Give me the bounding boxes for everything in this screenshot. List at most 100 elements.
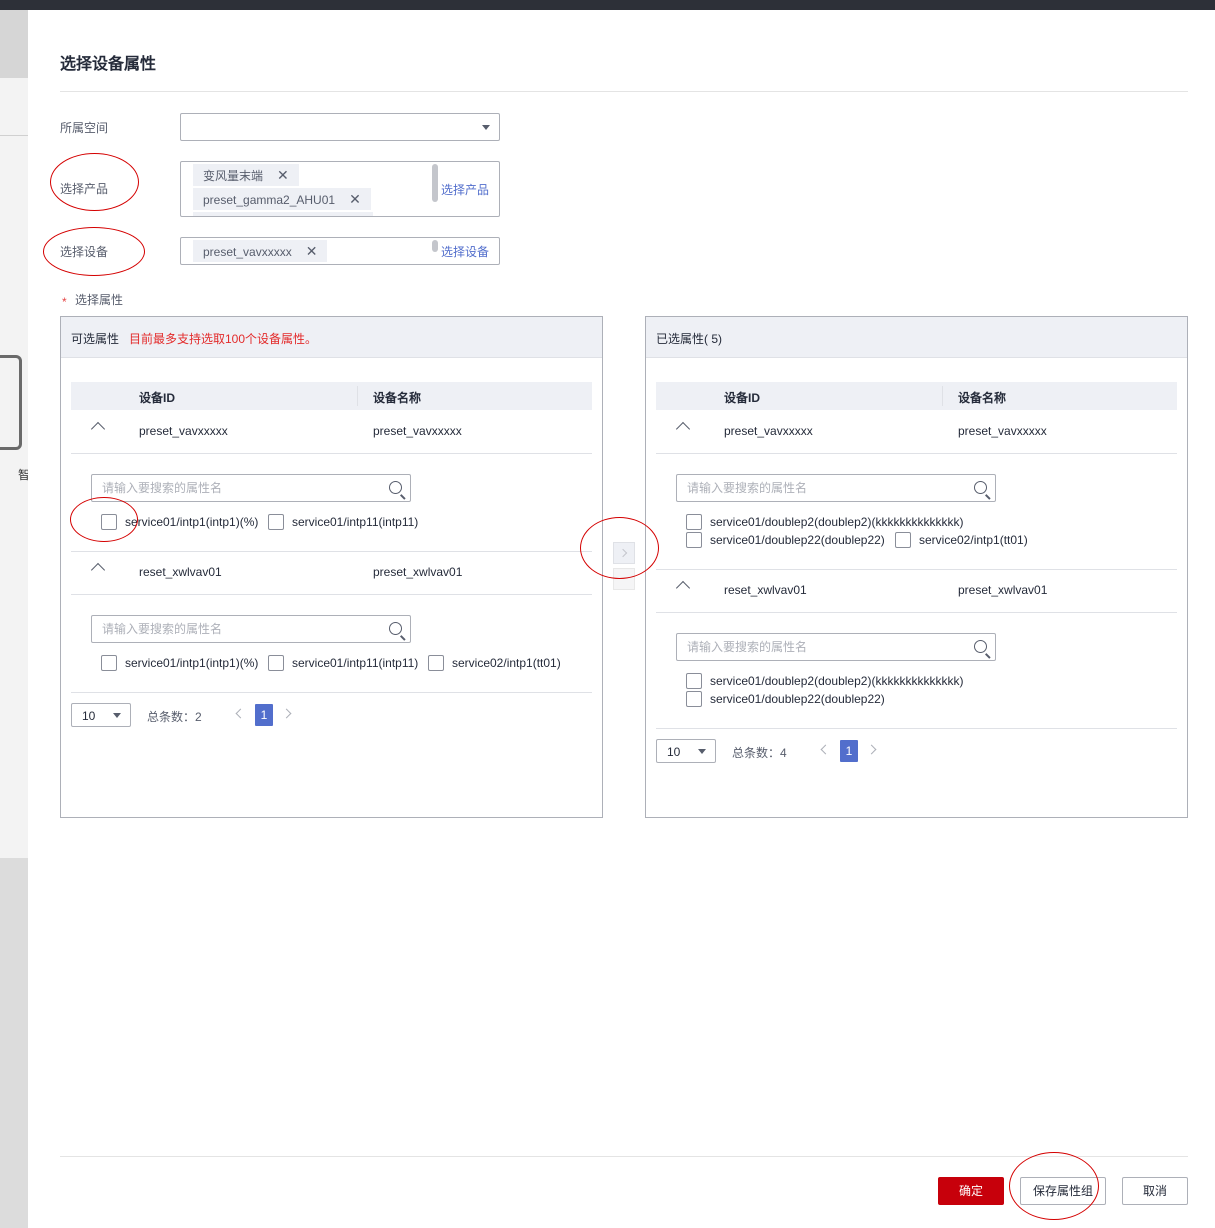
device-tag-label: preset_vavxxxxx bbox=[203, 245, 292, 259]
device-name: preset_vavxxxxx bbox=[958, 424, 1047, 438]
row-divider bbox=[71, 692, 592, 693]
page-size-value: 10 bbox=[82, 709, 96, 723]
checkbox[interactable] bbox=[268, 655, 284, 671]
attribute-label: service01/intp1(intp1)(%) bbox=[125, 515, 259, 529]
chevron-right-icon[interactable] bbox=[866, 744, 877, 755]
selected-attributes-panel: 已选属性( 5) 设备ID 设备名称 preset_vavxxxxx prese… bbox=[645, 316, 1188, 818]
chevron-up-icon[interactable] bbox=[90, 421, 106, 437]
attribute-label: service02/intp1(tt01) bbox=[452, 656, 561, 670]
select-attributes-dialog: 选择设备属性 所属空间 选择产品 变风量末端 ✕ preset_gamma2_AH… bbox=[28, 16, 1215, 1228]
chevron-right-icon[interactable] bbox=[281, 708, 292, 719]
caret-down-icon bbox=[698, 749, 706, 754]
attribute-label: service01/doublep22(doublep22) bbox=[710, 533, 885, 547]
product-tag: preset_gamma2_AHU01 ✕ bbox=[193, 188, 371, 210]
attribute-label: service01/intp11(intp11) bbox=[292, 515, 419, 529]
device-name: preset_xwlvav01 bbox=[373, 565, 463, 579]
table-row[interactable]: preset_vavxxxxx preset_vavxxxxx bbox=[656, 410, 1177, 454]
table-header: 设备ID 设备名称 bbox=[656, 382, 1177, 410]
checkbox[interactable] bbox=[101, 514, 117, 530]
chevron-up-icon[interactable] bbox=[675, 580, 691, 596]
column-separator bbox=[357, 386, 358, 406]
pagination: 10 总条数：2 1 bbox=[71, 703, 371, 727]
select-product-link[interactable]: 选择产品 bbox=[441, 181, 489, 198]
table-row[interactable]: reset_xwlvav01 preset_xwlvav01 bbox=[656, 569, 1177, 613]
attribute-label: service01/doublep22(doublep22) bbox=[710, 692, 885, 706]
save-attribute-group-button[interactable]: 保存属性组 bbox=[1020, 1177, 1106, 1205]
page-size-select[interactable]: 10 bbox=[71, 703, 131, 727]
checkbox[interactable] bbox=[268, 514, 284, 530]
checkbox[interactable] bbox=[686, 691, 702, 707]
search-icon[interactable] bbox=[974, 481, 987, 494]
device-name: preset_xwlvav01 bbox=[958, 583, 1048, 597]
panel-title: 可选属性 bbox=[71, 332, 120, 346]
device-id: reset_xwlvav01 bbox=[724, 583, 807, 597]
background-band bbox=[0, 858, 28, 1228]
checkbox[interactable] bbox=[686, 514, 702, 530]
column-header-device-name: 设备名称 bbox=[373, 391, 422, 405]
product-tag-label: 变风量末端 bbox=[203, 169, 264, 183]
checkbox[interactable] bbox=[428, 655, 444, 671]
column-header-device-id: 设备ID bbox=[139, 391, 176, 405]
caret-down-icon bbox=[482, 125, 490, 130]
select-device-link[interactable]: 选择设备 bbox=[441, 243, 489, 260]
row-divider bbox=[656, 728, 1177, 729]
background-divider bbox=[0, 135, 28, 136]
page-size-select[interactable]: 10 bbox=[656, 739, 716, 763]
column-separator bbox=[942, 386, 943, 406]
chevron-up-icon[interactable] bbox=[675, 421, 691, 437]
close-icon[interactable]: ✕ bbox=[306, 240, 318, 262]
table-row[interactable]: reset_xwlvav01 preset_xwlvav01 bbox=[71, 551, 592, 595]
checkbox[interactable] bbox=[686, 673, 702, 689]
device-id: reset_xwlvav01 bbox=[139, 565, 222, 579]
attribute-label: service01/doublep2(doublep2)(kkkkkkkkkkk… bbox=[710, 674, 964, 688]
product-tag-label: preset_gamma2_AHU01 bbox=[203, 193, 336, 207]
table-header: 设备ID 设备名称 bbox=[71, 382, 592, 410]
attribute-search-box bbox=[676, 633, 996, 661]
background-page: 智 bbox=[0, 10, 30, 1228]
background-icon bbox=[0, 355, 22, 450]
device-tag: preset_vavxxxxx ✕ bbox=[193, 240, 328, 262]
device-id: preset_vavxxxxx bbox=[139, 424, 228, 438]
device-label: 选择设备 bbox=[60, 245, 109, 259]
panel-title: 已选属性( 5) bbox=[656, 332, 723, 346]
attribute-label: service02/intp1(tt01) bbox=[919, 533, 1028, 547]
space-select[interactable] bbox=[180, 113, 500, 141]
page-number-button[interactable]: 1 bbox=[255, 704, 273, 726]
checkbox[interactable] bbox=[895, 532, 911, 548]
move-right-button[interactable] bbox=[613, 542, 635, 564]
search-icon[interactable] bbox=[974, 640, 987, 653]
product-tag: 变风量末端 ✕ bbox=[193, 164, 299, 186]
checkbox[interactable] bbox=[686, 532, 702, 548]
move-left-button[interactable] bbox=[613, 568, 635, 590]
required-mark: * bbox=[62, 295, 67, 309]
scrollbar[interactable] bbox=[432, 240, 438, 252]
search-icon[interactable] bbox=[389, 622, 402, 635]
background-band bbox=[0, 10, 28, 78]
attributes-label: 选择属性 bbox=[75, 293, 124, 307]
limit-warning: 目前最多支持选取100个设备属性。 bbox=[129, 332, 318, 346]
app-top-bar bbox=[0, 0, 1215, 10]
attribute-search-box bbox=[676, 474, 996, 502]
confirm-button[interactable]: 确定 bbox=[938, 1177, 1004, 1205]
space-label: 所属空间 bbox=[60, 121, 109, 135]
attribute-search-input[interactable] bbox=[687, 640, 957, 654]
page-size-value: 10 bbox=[667, 745, 681, 759]
close-icon[interactable]: ✕ bbox=[349, 188, 361, 210]
table-row[interactable]: preset_vavxxxxx preset_vavxxxxx bbox=[71, 410, 592, 454]
page-number-button[interactable]: 1 bbox=[840, 740, 858, 762]
device-id: preset_vavxxxxx bbox=[724, 424, 813, 438]
checkbox[interactable] bbox=[101, 655, 117, 671]
attribute-search-input[interactable] bbox=[687, 481, 957, 495]
caret-down-icon bbox=[113, 713, 121, 718]
attribute-search-input[interactable] bbox=[102, 481, 372, 495]
dialog-title: 选择设备属性 bbox=[60, 56, 157, 73]
scrollbar[interactable] bbox=[432, 164, 438, 202]
footer-divider bbox=[60, 1156, 1188, 1157]
chevron-left-icon[interactable] bbox=[820, 744, 831, 755]
close-icon[interactable]: ✕ bbox=[277, 164, 289, 186]
chevron-up-icon[interactable] bbox=[90, 562, 106, 578]
search-icon[interactable] bbox=[389, 481, 402, 494]
attribute-search-input[interactable] bbox=[102, 622, 372, 636]
chevron-left-icon[interactable] bbox=[235, 708, 246, 719]
cancel-button[interactable]: 取消 bbox=[1122, 1177, 1188, 1205]
